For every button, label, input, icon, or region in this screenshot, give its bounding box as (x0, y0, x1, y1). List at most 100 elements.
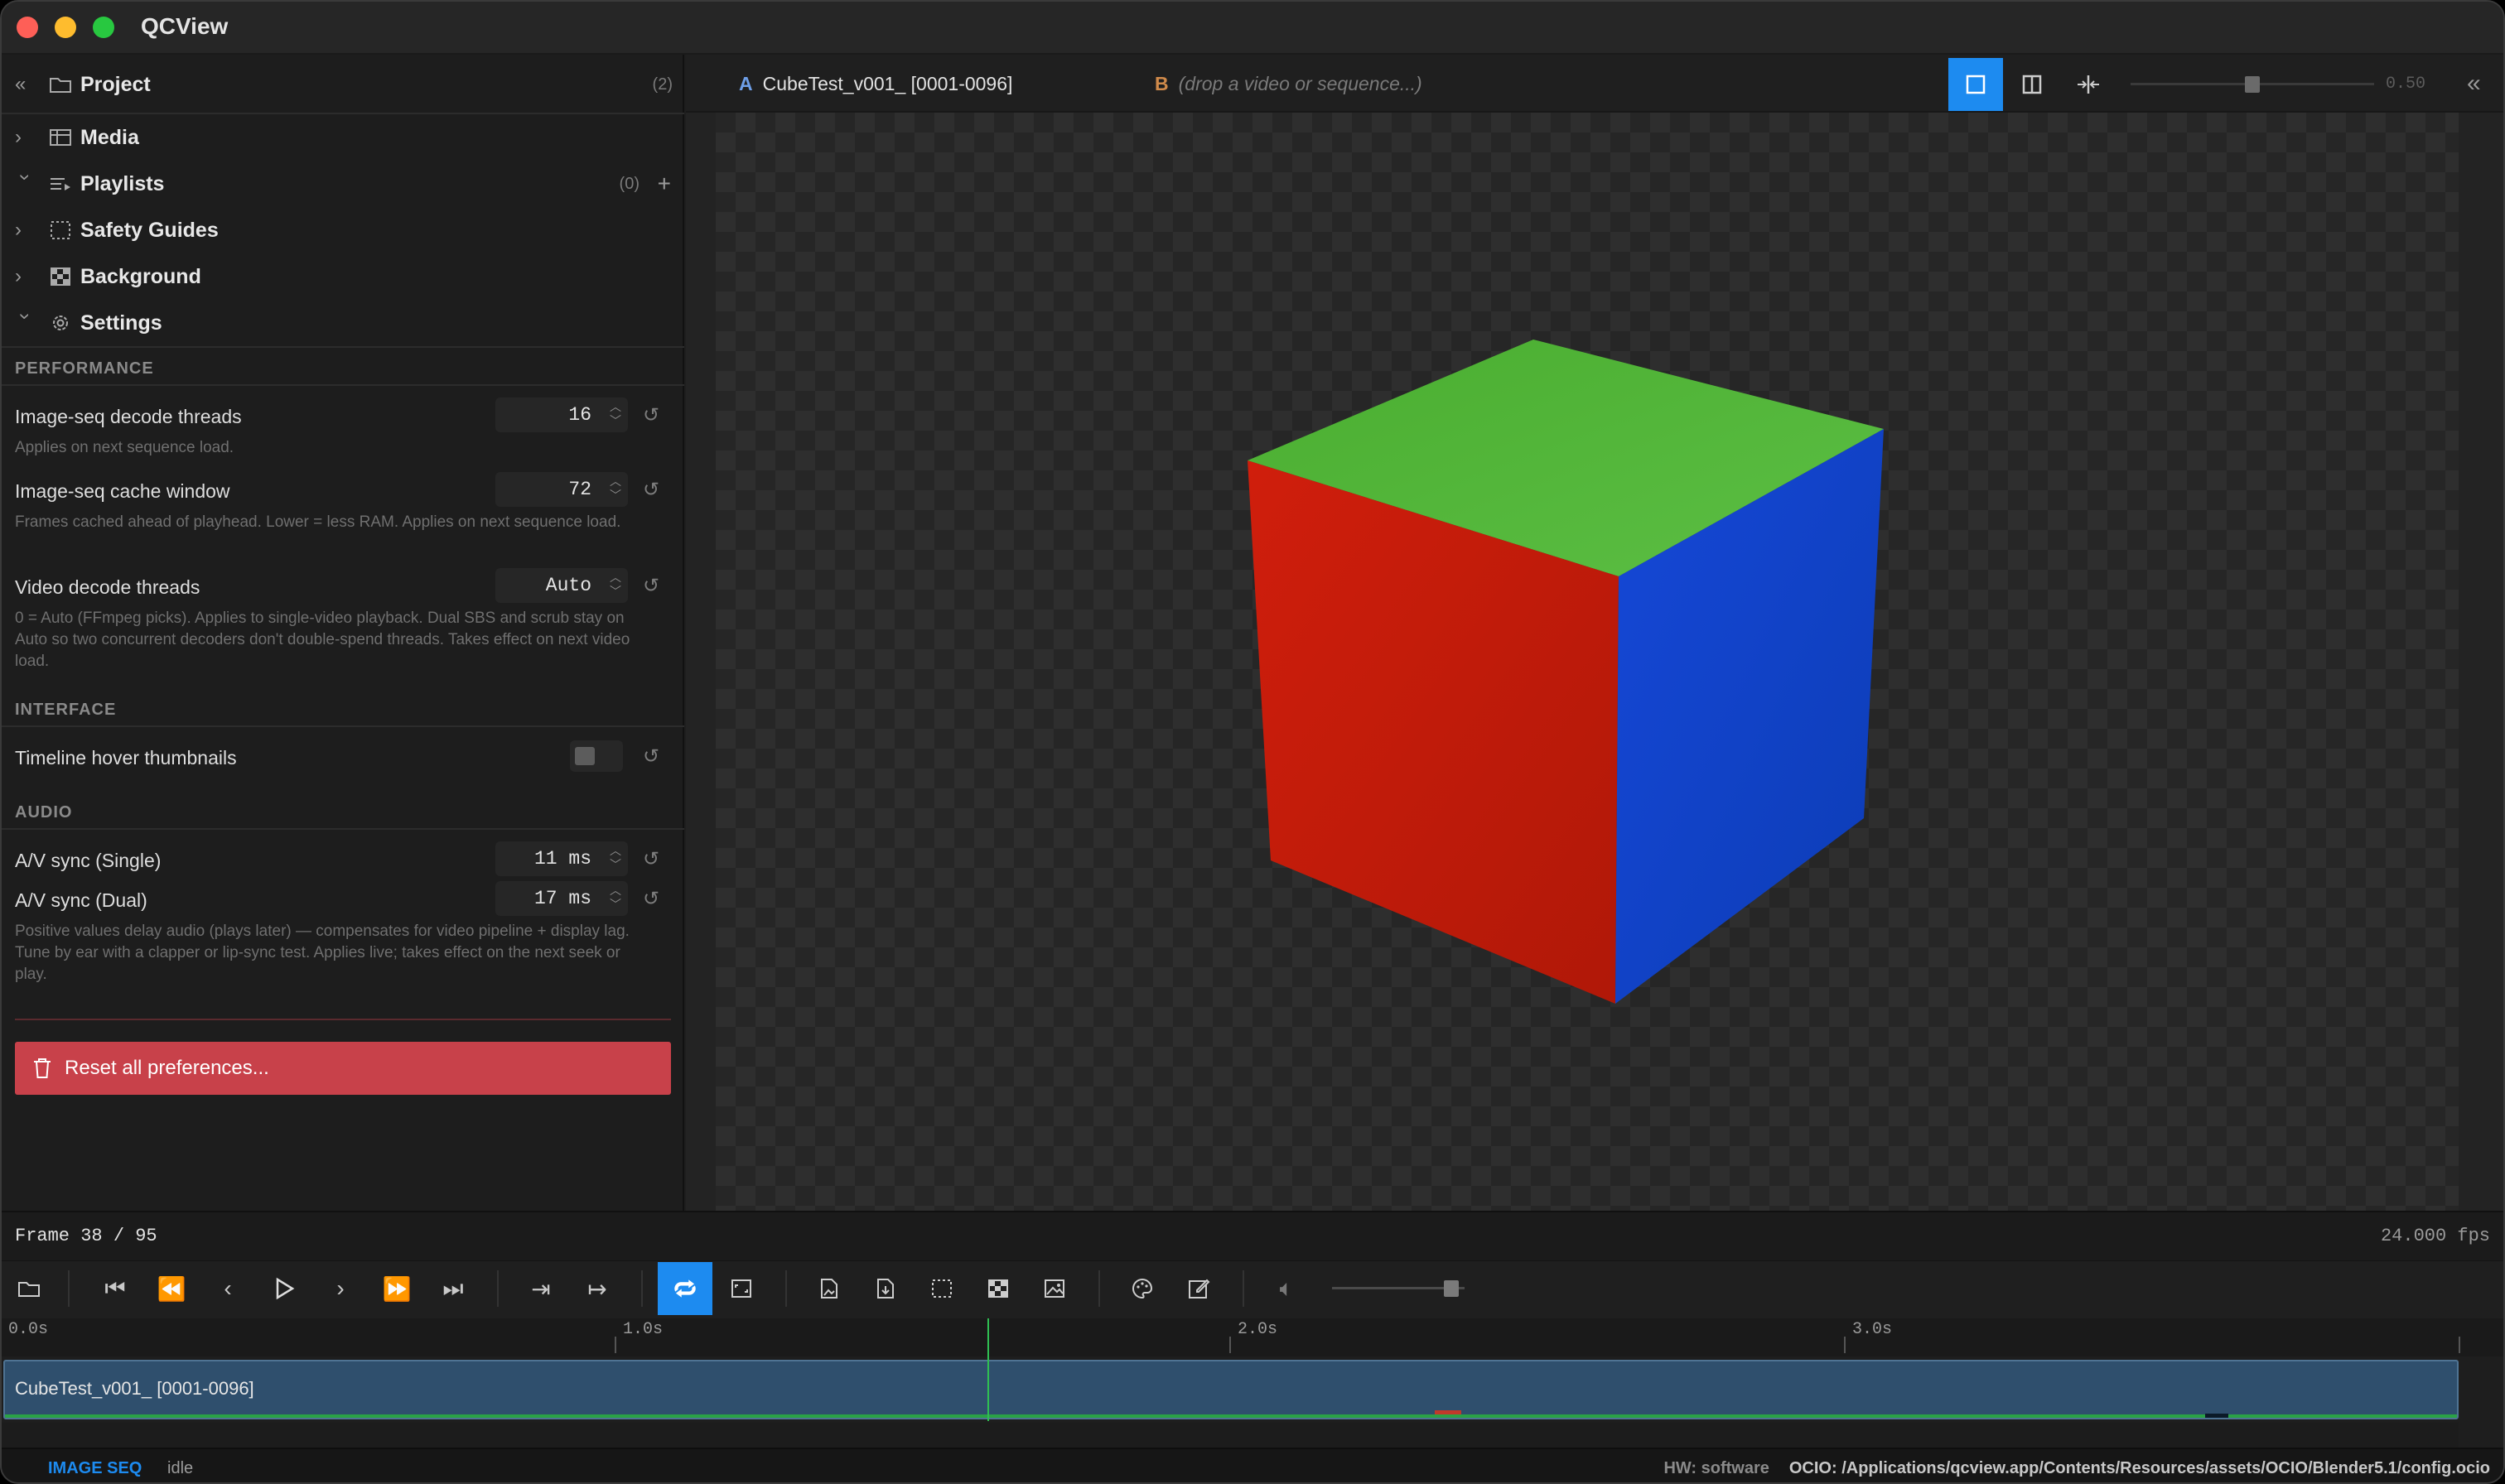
fast-forward-button[interactable]: ⏩ (369, 1262, 424, 1315)
sidebar-item-playlists[interactable]: › Playlists (0) + (2, 161, 684, 207)
sidebar-item-project[interactable]: « Project (2) (2, 61, 684, 108)
reset-av-dual-icon[interactable]: ↺ (640, 888, 663, 911)
hover-thumbnails-label: Timeline hover thumbnails (15, 747, 237, 768)
app-window: QCView « Project (2) › Media › Playlists… (0, 0, 2505, 1484)
step-forward-button[interactable]: › (313, 1262, 368, 1315)
zoom-window-button[interactable] (93, 17, 114, 38)
color-button[interactable] (1115, 1262, 1170, 1315)
wipe-slider[interactable] (2131, 73, 2374, 96)
go-to-end-button[interactable]: ⏭ (426, 1262, 480, 1315)
playhead[interactable] (987, 1318, 990, 1421)
reset-decode-threads-icon[interactable]: ↺ (640, 404, 663, 427)
stepper-arrows-icon[interactable]: ︿ ﹀ (610, 475, 621, 503)
av-single-value: 11 ms (533, 848, 591, 870)
reset-av-single-icon[interactable]: ↺ (640, 848, 663, 871)
cache-window-desc: Frames cached ahead of playhead. Lower =… (15, 513, 621, 531)
loop-button[interactable]: 🔁︎ (658, 1262, 712, 1315)
audio-header: AUDIO (15, 803, 73, 822)
fast-forward-icon: ⏩ (382, 1275, 412, 1302)
film-icon (50, 129, 71, 146)
title-bar (2, 2, 2503, 55)
toggle-knob (575, 747, 595, 765)
collapse-right-icon[interactable]: « (2467, 70, 2481, 98)
image-view-button[interactable] (1027, 1262, 1082, 1315)
reset-hover-thumbnails-icon[interactable]: ↺ (640, 745, 663, 768)
add-playlist-icon[interactable]: + (658, 171, 671, 197)
video-threads-stepper[interactable]: Auto ︿ ﹀ (495, 568, 628, 603)
mute-button[interactable]: 🔈︎ (1259, 1262, 1314, 1315)
timeline-clip[interactable]: CubeTest_v001_ [0001-0096] (3, 1360, 2459, 1419)
av-dual-label: A/V sync (Dual) (15, 889, 147, 911)
set-out-point-button[interactable]: ↦ (570, 1262, 625, 1315)
sidebar-item-settings[interactable]: › Settings (2, 300, 684, 346)
cache-window-label: Image-seq cache window (15, 480, 230, 502)
tick-label: 3.0s (1852, 1320, 1893, 1339)
go-to-start-button[interactable]: ⏮ (88, 1262, 142, 1315)
playlists-count: (0) (619, 174, 640, 193)
stepper-arrows-icon[interactable]: ︿ ﹀ (610, 844, 621, 872)
project-label: Project (80, 72, 151, 96)
volume-slider-knob[interactable] (1443, 1280, 1459, 1297)
open-button[interactable] (2, 1262, 56, 1315)
minimize-window-button[interactable] (55, 17, 76, 38)
safety-guides-button[interactable] (915, 1262, 969, 1315)
volume-slider[interactable] (1332, 1277, 1465, 1300)
slot-b-letter: B (1155, 72, 1169, 94)
collapse-double-chevron-icon[interactable]: « (15, 73, 35, 96)
export-frame-button[interactable] (802, 1262, 857, 1315)
wipe-button[interactable] (2061, 58, 2116, 111)
sidebar-item-background[interactable]: › Background (2, 253, 684, 300)
fit-view-button[interactable] (714, 1262, 769, 1315)
checkerboard-icon (988, 1279, 1008, 1298)
save-file-button[interactable] (858, 1262, 913, 1315)
decode-threads-value: 16 (568, 404, 591, 426)
stepper-arrows-icon[interactable]: ︿ ﹀ (610, 571, 621, 599)
close-window-button[interactable] (17, 17, 38, 38)
slot-a-tab[interactable]: A CubeTest_v001_ [0001-0096] (739, 71, 1012, 96)
slot-b-tab[interactable]: B (drop a video or sequence...) (1155, 71, 1422, 96)
wipe-slider-knob[interactable] (2245, 76, 2260, 93)
cache-window-stepper[interactable]: 72 ︿ ﹀ (495, 472, 628, 507)
side-by-side-button[interactable] (2005, 58, 2059, 111)
reset-cache-window-icon[interactable]: ↺ (640, 479, 663, 502)
sidebar-item-safety-guides[interactable]: › Safety Guides (2, 207, 684, 253)
av-single-stepper[interactable]: 11 ms ︿ ﹀ (495, 841, 628, 876)
chevron-left-icon: ‹ (224, 1275, 232, 1301)
folder-icon (50, 78, 71, 93)
playlist-icon (51, 178, 70, 190)
interface-header: INTERFACE (15, 701, 117, 719)
frame-counter: Frame 38 / 95 (15, 1226, 157, 1246)
background-label: Background (80, 264, 201, 288)
stepper-arrows-icon[interactable]: ︿ ﹀ (610, 400, 621, 428)
single-view-button[interactable] (1948, 58, 2003, 111)
reset-all-button[interactable]: Reset all preferences... (15, 1042, 671, 1095)
annotate-button[interactable] (1171, 1262, 1226, 1315)
stepper-arrows-icon[interactable]: ︿ ﹀ (610, 884, 621, 912)
reset-video-threads-icon[interactable]: ↺ (640, 575, 663, 598)
step-back-button[interactable]: ‹ (200, 1262, 255, 1315)
image-file-icon (821, 1279, 837, 1298)
video-threads-label: Video decode threads (15, 576, 200, 598)
sidebar-item-media[interactable]: › Media (2, 114, 684, 161)
slot-a-letter: A (739, 72, 753, 94)
play-button[interactable] (257, 1262, 311, 1315)
cube-image (1248, 340, 1884, 1004)
slot-b-placeholder: (drop a video or sequence...) (1178, 72, 1422, 94)
danger-divider (15, 1019, 671, 1020)
in-point-icon: ⇥ (531, 1275, 551, 1302)
set-in-point-button[interactable]: ⇥ (514, 1262, 568, 1315)
cache-window-value: 72 (568, 479, 591, 500)
media-label: Media (80, 125, 139, 149)
av-dual-stepper[interactable]: 17 ms ︿ ﹀ (495, 881, 628, 916)
play-icon (276, 1277, 295, 1300)
timeline-empty-track (2, 1423, 2459, 1448)
decode-threads-stepper[interactable]: 16 ︿ ﹀ (495, 398, 628, 432)
state-text: idle (167, 1459, 194, 1477)
video-threads-desc: 0 = Auto (FFmpeg picks). Applies to sing… (15, 610, 630, 670)
hw-decode-status: HW: software (1663, 1459, 1769, 1477)
viewer-canvas[interactable] (716, 113, 2459, 1211)
hover-thumbnails-toggle[interactable] (570, 740, 623, 772)
av-dual-value: 17 ms (533, 888, 591, 909)
rewind-button[interactable]: ⏪ (144, 1262, 199, 1315)
background-button[interactable] (971, 1262, 1026, 1315)
